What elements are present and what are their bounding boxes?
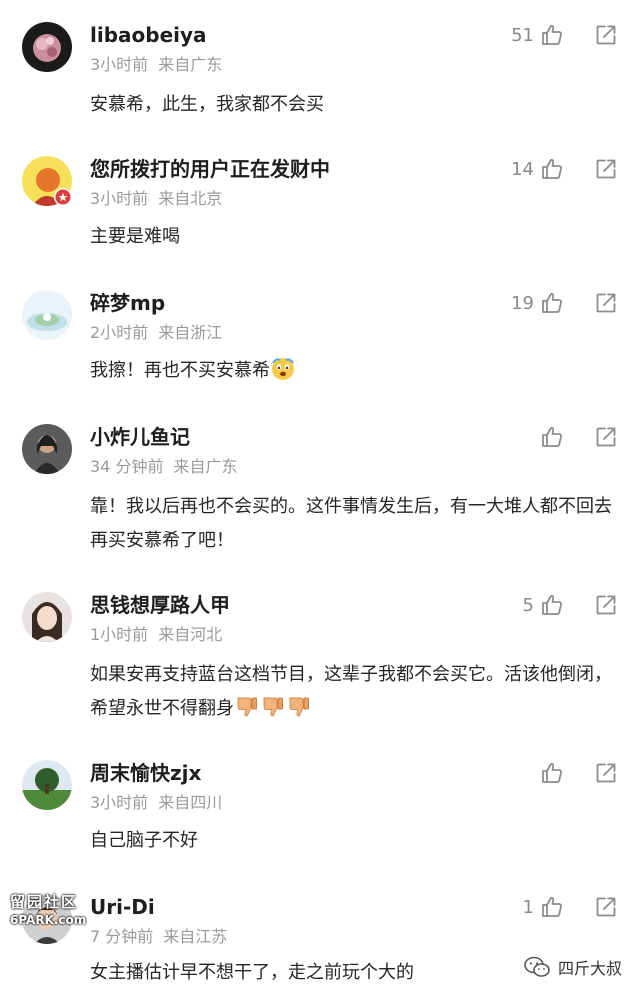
comment-text-content: 如果安再支持蓝台这档节目，这辈子我都不会买它。活该他倒闭，希望永世不得翻身 bbox=[90, 664, 612, 719]
comment-time: 3小时前 bbox=[90, 55, 149, 74]
like-count: 51 bbox=[511, 24, 534, 46]
comment-meta: 1小时前 来自河北 bbox=[90, 624, 222, 646]
watermark-6park: 留园社区 6PARK.com bbox=[10, 893, 86, 929]
comment-text: 靠！我以后再也不会买的。这件事情发生后，有一大堆人都不回去再买安慕希了吧！ bbox=[90, 490, 620, 558]
comment-meta: 34 分钟前 来自广东 bbox=[90, 456, 237, 478]
username[interactable]: 碎梦mp bbox=[90, 290, 165, 316]
comment-actions bbox=[524, 760, 618, 786]
comment-time: 1小时前 bbox=[90, 625, 149, 644]
comment-actions: 14 bbox=[511, 156, 618, 182]
watermark-author: 四斤大叔 bbox=[557, 959, 622, 978]
comment-time: 7 分钟前 bbox=[90, 927, 154, 946]
share-icon[interactable] bbox=[594, 895, 618, 919]
thumbs-down-emoji-icon bbox=[286, 695, 312, 719]
thumbs-up-icon[interactable] bbox=[540, 895, 564, 919]
comment-actions: 1 bbox=[523, 894, 618, 920]
comment-location: 来自广东 bbox=[158, 55, 223, 74]
avatar[interactable] bbox=[22, 22, 72, 72]
comment-text-content: 主要是难喝 bbox=[90, 226, 180, 247]
comment-actions: 51 bbox=[511, 22, 618, 48]
comment-time: 2小时前 bbox=[90, 323, 149, 342]
avatar[interactable] bbox=[22, 424, 72, 474]
comment-location: 来自河北 bbox=[158, 625, 223, 644]
comment-text-content: 安慕希，此生，我家都不会买 bbox=[90, 94, 324, 115]
wechat-icon bbox=[524, 956, 550, 977]
avatar[interactable] bbox=[22, 290, 72, 340]
thumbs-up-icon[interactable] bbox=[540, 157, 564, 181]
comment-text: 安慕希，此生，我家都不会买 bbox=[90, 88, 620, 122]
thumbs-up-icon[interactable] bbox=[540, 761, 564, 785]
comment-time: 34 分钟前 bbox=[90, 457, 164, 476]
username[interactable]: libaobeiya bbox=[90, 22, 207, 48]
thumbs-up-icon[interactable] bbox=[540, 291, 564, 315]
share-icon[interactable] bbox=[594, 425, 618, 449]
username[interactable]: Uri-Di bbox=[90, 894, 155, 920]
username[interactable]: 周末愉快zjx bbox=[90, 760, 201, 786]
comment-meta: 7 分钟前 来自江苏 bbox=[90, 926, 227, 948]
watermark-wechat: 四斤大叔 bbox=[523, 955, 622, 979]
comment-actions: 5 bbox=[523, 592, 618, 618]
emoji-icon bbox=[272, 358, 294, 380]
comment-location: 来自四川 bbox=[158, 793, 223, 812]
comment-location: 来自北京 bbox=[158, 189, 223, 208]
comment-text-content: 我擦！再也不买安慕希 bbox=[90, 360, 270, 381]
comment-text-content: 靠！我以后再也不会买的。这件事情发生后，有一大堆人都不回去再买安慕希了吧！ bbox=[90, 496, 612, 551]
comment-location: 来自浙江 bbox=[158, 323, 223, 342]
thumbs-up-icon[interactable] bbox=[540, 23, 564, 47]
comment-meta: 3小时前 来自广东 bbox=[90, 54, 222, 76]
like-count: 14 bbox=[511, 158, 534, 180]
like-count: 1 bbox=[522, 896, 534, 918]
comment-text-content: 自己脑子不好 bbox=[90, 830, 198, 851]
comment-location: 来自江苏 bbox=[163, 927, 228, 946]
comment-time: 3小时前 bbox=[90, 793, 149, 812]
like-count: 5 bbox=[522, 594, 534, 616]
comment-text-content: 女主播估计早不想干了，走之前玩个大的 bbox=[90, 962, 414, 983]
comment-text: 如果安再支持蓝台这档节目，这辈子我都不会买它。活该他倒闭，希望永世不得翻身 bbox=[90, 658, 620, 726]
comment-time: 3小时前 bbox=[90, 189, 149, 208]
thumbs-down-emoji-icon bbox=[234, 695, 260, 719]
comment-text: 主要是难喝 bbox=[90, 220, 620, 254]
comment-actions: 19 bbox=[511, 290, 618, 316]
thumbs-down-emoji-icon bbox=[260, 695, 286, 719]
username[interactable]: 您所拨打的用户正在发财中 bbox=[90, 156, 330, 182]
watermark-line1: 留园社区 bbox=[10, 893, 79, 911]
comment-meta: 2小时前 来自浙江 bbox=[90, 322, 222, 344]
avatar[interactable] bbox=[22, 760, 72, 810]
share-icon[interactable] bbox=[594, 23, 618, 47]
username[interactable]: 思钱想厚路人甲 bbox=[90, 592, 230, 618]
comment-meta: 3小时前 来自四川 bbox=[90, 792, 222, 814]
like-count: 19 bbox=[511, 292, 534, 314]
comment-text: 自己脑子不好 bbox=[90, 824, 620, 858]
watermark-line2: 6PARK.com bbox=[10, 913, 87, 927]
thumbs-up-icon[interactable] bbox=[540, 425, 564, 449]
comment-location: 来自广东 bbox=[173, 457, 238, 476]
share-icon[interactable] bbox=[594, 593, 618, 617]
avatar[interactable] bbox=[22, 156, 72, 206]
comment-meta: 3小时前 来自北京 bbox=[90, 188, 222, 210]
avatar[interactable] bbox=[22, 592, 72, 642]
thumbs-up-icon[interactable] bbox=[540, 593, 564, 617]
share-icon[interactable] bbox=[594, 157, 618, 181]
comment-text: 我擦！再也不买安慕希 bbox=[90, 354, 620, 388]
share-icon[interactable] bbox=[594, 761, 618, 785]
username[interactable]: 小炸儿鱼记 bbox=[90, 424, 190, 450]
comment-actions bbox=[524, 424, 618, 450]
share-icon[interactable] bbox=[594, 291, 618, 315]
